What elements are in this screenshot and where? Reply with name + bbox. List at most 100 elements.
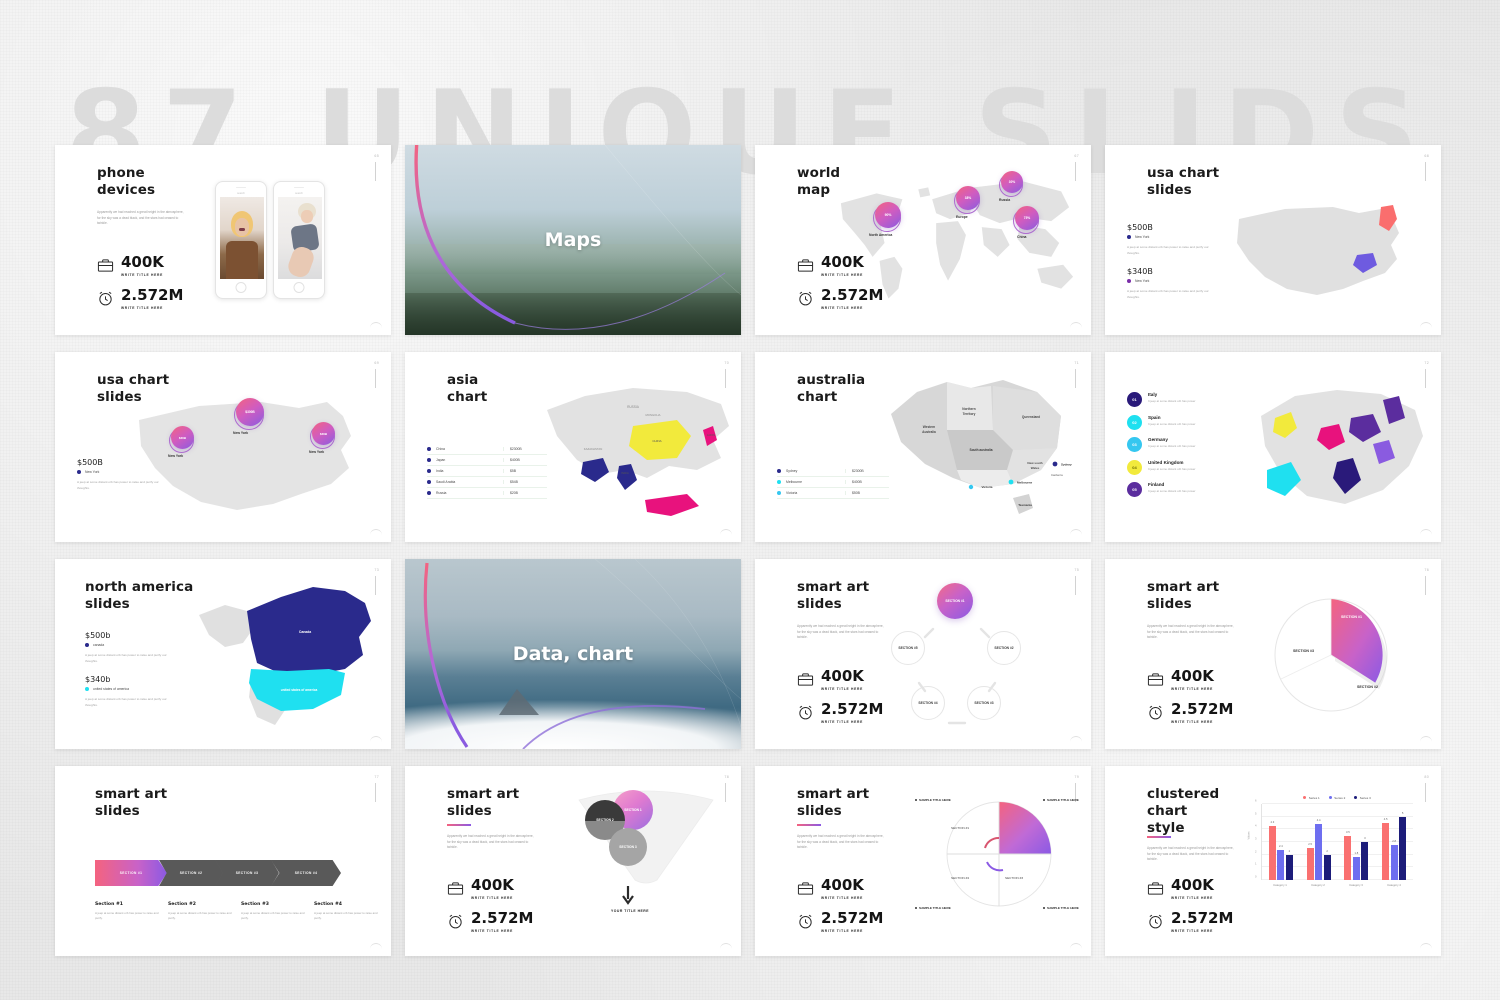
chevron-step-1[interactable]: SECTION #1 bbox=[95, 860, 167, 886]
pie-label-3: SECTION #3 bbox=[1293, 649, 1314, 653]
corner-flourish bbox=[370, 943, 382, 949]
row-value: $54B bbox=[503, 480, 547, 484]
bar[interactable]: 5 bbox=[1399, 812, 1407, 880]
title-underline bbox=[797, 824, 821, 826]
bubble-3[interactable]: $30B bbox=[312, 422, 335, 445]
slide-europe-chart[interactable]: 72 01 Italy It jeep at some distant orb … bbox=[1105, 352, 1441, 542]
corner-flourish bbox=[1070, 529, 1082, 535]
slide-world-map[interactable]: 67 world map 90% North America 38% Europ… bbox=[755, 145, 1091, 335]
bar-value-label: 3.5 bbox=[1346, 830, 1350, 834]
bubble-china[interactable]: 75% bbox=[1015, 206, 1039, 230]
slide-australia-chart[interactable]: 71 australia chart Northern Territory We… bbox=[755, 352, 1091, 542]
bar[interactable]: 4.4 bbox=[1315, 819, 1323, 880]
slide-smartart-pie[interactable]: 76 smart art slides Apparently we had re… bbox=[1105, 559, 1441, 749]
legend-dot bbox=[85, 687, 89, 691]
slide-section-maps[interactable]: Maps bbox=[405, 145, 741, 335]
row-dot bbox=[427, 458, 431, 462]
svg-text:united states of america: united states of america bbox=[281, 688, 318, 692]
slide-asia-chart[interactable]: 70 asia chart RUSSIA KAZAKHSTAN MONGOLIA… bbox=[405, 352, 741, 542]
table-row[interactable]: China $2300B bbox=[427, 444, 547, 455]
quadrant-section-2: SECTION #2 bbox=[969, 826, 988, 830]
slide-smartart-quadrant[interactable]: 79 smart art slides Apparently we had re… bbox=[755, 766, 1091, 956]
bar[interactable]: 2.5 bbox=[1306, 843, 1314, 880]
bar[interactable]: 4.5 bbox=[1382, 818, 1390, 880]
money-block: $500B New York A jeep at some distant or… bbox=[77, 458, 163, 491]
table-row[interactable]: Japan $400B bbox=[427, 455, 547, 466]
list-item[interactable]: 05 Finland It jeep at some distant orb h… bbox=[1127, 482, 1224, 497]
slide-smartart-cycle[interactable]: 75 smart art slides Apparently we had re… bbox=[755, 559, 1091, 749]
legend-label: canada bbox=[93, 643, 105, 647]
table-row[interactable]: Melbourne $400B bbox=[777, 477, 889, 488]
item-number: 03 bbox=[1127, 437, 1142, 452]
slide-accent-bar bbox=[1075, 576, 1076, 595]
list-item[interactable]: 03 Germany It jeep at some distant orb h… bbox=[1127, 437, 1224, 452]
slide-number: 77 bbox=[374, 775, 379, 779]
bubble-1[interactable]: $30B bbox=[171, 426, 194, 449]
bar[interactable]: 2 bbox=[1285, 850, 1293, 880]
stat-block-1: 400K WRITE TITLE HERE bbox=[1147, 878, 1214, 900]
quadrant-callout-1: SAMPLE TITLE HERE bbox=[915, 798, 955, 802]
table-row[interactable]: Saudi Arabia $54B bbox=[427, 477, 547, 488]
briefcase-icon bbox=[1147, 880, 1164, 897]
stat-block-2: 2.572M WRITE TITLE HERE bbox=[97, 288, 183, 310]
y-tick: 0 bbox=[1255, 875, 1257, 879]
slide-usa-chart-bubbles[interactable]: 69 usa chart slides $30B New York $300B … bbox=[55, 352, 391, 542]
svg-text:JAPAN: JAPAN bbox=[707, 433, 715, 437]
bar-value-label: 2.4 bbox=[1279, 844, 1283, 848]
bar[interactable]: 3.5 bbox=[1344, 831, 1352, 880]
slide-number: 78 bbox=[724, 775, 729, 779]
bar-value-label: 4.4 bbox=[1316, 819, 1321, 823]
section-body: A jeep at some distant orb has power to … bbox=[95, 911, 159, 921]
slide-smartart-funnel[interactable]: 78 smart art slides Apparently we had re… bbox=[405, 766, 741, 956]
bubble-label: New York bbox=[309, 450, 325, 454]
funnel-circle-3[interactable]: SECTION 3 bbox=[609, 828, 647, 866]
stat-label: WRITE TITLE HERE bbox=[121, 272, 163, 277]
slide-usa-chart-regions[interactable]: 68 usa chart slides $500B New York A jee… bbox=[1105, 145, 1441, 335]
stat-value: 2.572M bbox=[821, 909, 884, 927]
quadrant-graphic bbox=[946, 801, 1052, 907]
legend-entry[interactable]: Series 1 bbox=[1303, 796, 1320, 800]
bubble-europe[interactable]: 38% bbox=[956, 186, 980, 210]
table-row[interactable]: Russia $20B bbox=[427, 488, 547, 499]
table-row[interactable]: Victoria $50B bbox=[777, 488, 889, 499]
slide-clustered-chart[interactable]: 80 clustered chart style Apparently we h… bbox=[1105, 766, 1441, 956]
quadrant-callout-4: SAMPLE TITLE HERE bbox=[1043, 906, 1083, 910]
bar[interactable]: 2 bbox=[1323, 850, 1331, 880]
slide-title: australia chart bbox=[797, 372, 866, 405]
legend-entry[interactable]: Series 3 bbox=[1354, 796, 1371, 800]
phone-speaker bbox=[294, 187, 304, 189]
bar[interactable]: 3 bbox=[1361, 837, 1369, 880]
slide-phone-devices[interactable]: 65 phone devices Apparently we had reach… bbox=[55, 145, 391, 335]
phone-search-bar: search bbox=[295, 192, 303, 195]
chevron-step-4[interactable]: SECTION #4 bbox=[271, 860, 341, 886]
stat-block-2: 2.572M WRITE TITLE HERE bbox=[447, 911, 533, 933]
svg-text:Canada: Canada bbox=[299, 630, 311, 634]
slide-body-text: Apparently we had reached a great height… bbox=[797, 624, 884, 640]
bar[interactable]: 2.4 bbox=[1277, 845, 1285, 880]
bubble-2[interactable]: $300B bbox=[236, 398, 264, 426]
bar[interactable]: 1.8 bbox=[1352, 852, 1360, 880]
slide-title: smart art slides bbox=[797, 786, 870, 819]
bar[interactable]: 2.8 bbox=[1390, 840, 1398, 880]
list-item[interactable]: 02 Spain It jeep at some distant orb has… bbox=[1127, 414, 1224, 430]
slide-section-data-chart[interactable]: Data, chart bbox=[405, 559, 741, 749]
chevron-step-3[interactable]: SECTION #3 bbox=[215, 860, 279, 886]
row-name: Sydney bbox=[786, 469, 798, 473]
list-item[interactable]: 04 United Kingdom It jeep at some distan… bbox=[1127, 459, 1224, 475]
bubble-russia[interactable]: 30% bbox=[1001, 171, 1023, 193]
stat-label: WRITE TITLE HERE bbox=[821, 272, 863, 277]
slide-smartart-chevron[interactable]: 77 smart art slides SECTION #1 SECTION #… bbox=[55, 766, 391, 956]
chevron-step-2[interactable]: SECTION #2 bbox=[159, 860, 223, 886]
list-item[interactable]: 01 Italy It jeep at some distant orb has… bbox=[1127, 392, 1224, 407]
bar-value-label: 3 bbox=[1364, 837, 1366, 840]
row-dot bbox=[777, 491, 781, 495]
bubble-north-america[interactable]: 90% bbox=[875, 202, 901, 228]
corner-flourish bbox=[370, 529, 382, 535]
table-row[interactable]: India $5B bbox=[427, 466, 547, 477]
slide-number: 75 bbox=[1074, 568, 1079, 572]
bar[interactable]: 4.3 bbox=[1268, 821, 1276, 880]
row-dot bbox=[427, 480, 431, 484]
slide-north-america[interactable]: 73 north america slides Canada united st… bbox=[55, 559, 391, 749]
legend-entry[interactable]: Series 2 bbox=[1328, 796, 1345, 800]
table-row[interactable]: Sydney $2300B bbox=[777, 466, 889, 477]
